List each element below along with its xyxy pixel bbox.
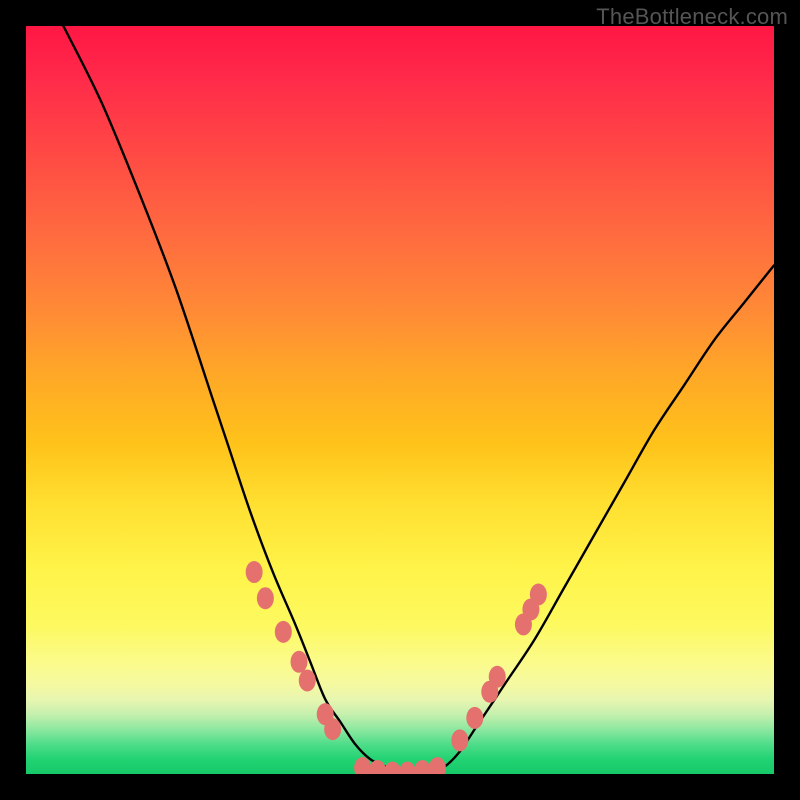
app-frame: TheBottleneck.com [0,0,800,800]
curve-marker [275,621,292,643]
marker-group [246,561,547,774]
curve-marker [429,757,446,774]
watermark-text: TheBottleneck.com [596,4,788,30]
curve-marker [451,729,468,751]
curve-marker [384,762,401,775]
curve-marker [354,757,371,774]
curve-marker [489,666,506,688]
curve-group [63,26,774,774]
curve-marker [324,718,341,740]
curve-marker [414,760,431,774]
curve-marker [257,587,274,609]
curve-marker [369,760,386,774]
curve-marker [246,561,263,583]
curve-marker [399,762,416,775]
curve-marker [466,707,483,729]
chart-svg [26,26,774,774]
curve-marker [291,651,308,673]
curve-marker [299,670,316,692]
bottleneck-curve-path [63,26,774,774]
curve-marker [530,583,547,605]
plot-area [26,26,774,774]
